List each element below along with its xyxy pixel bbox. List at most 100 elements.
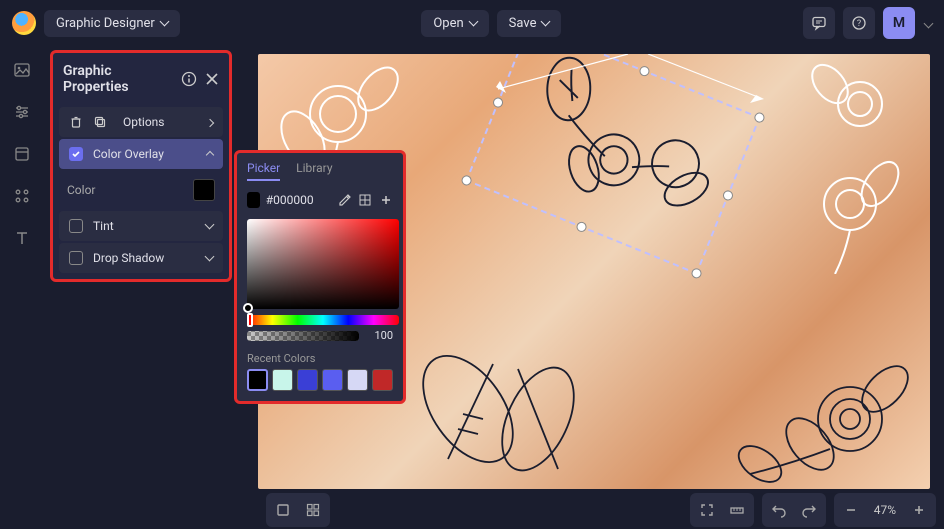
- recent-swatch[interactable]: [372, 369, 393, 391]
- section-tint[interactable]: Tint: [59, 211, 223, 241]
- hex-input[interactable]: [266, 193, 326, 207]
- apps-icon: [13, 187, 31, 205]
- info-icon[interactable]: [181, 71, 197, 87]
- sidebar-item-window[interactable]: [6, 138, 38, 170]
- recent-swatch[interactable]: [297, 369, 318, 391]
- user-menu-button[interactable]: M: [883, 7, 915, 39]
- saturation-value-picker[interactable]: [247, 219, 399, 309]
- square-icon: [275, 502, 291, 518]
- color-swatch[interactable]: [193, 179, 215, 201]
- chevron-down-icon: [470, 16, 477, 31]
- recent-colors-row: [237, 369, 403, 391]
- hex-row: [237, 185, 403, 215]
- chat-icon: [811, 15, 827, 31]
- tab-picker[interactable]: Picker: [247, 161, 280, 181]
- save-button[interactable]: Save: [497, 10, 562, 37]
- selection-box[interactable]: [465, 54, 760, 275]
- app-mode-dropdown[interactable]: Graphic Designer: [44, 10, 180, 37]
- alpha-row: [247, 329, 393, 342]
- zoom-group: 47%: [834, 493, 936, 527]
- panel-title: Graphic Properties: [63, 63, 173, 95]
- bottom-toolbar: 47%: [258, 491, 944, 529]
- ruler-button[interactable]: [724, 497, 750, 523]
- chevron-down-icon: [161, 16, 168, 31]
- sidebar-item-image[interactable]: [6, 54, 38, 86]
- panel-header: Graphic Properties: [53, 53, 229, 105]
- selected-graphic: [468, 54, 758, 272]
- image-icon: [13, 61, 31, 79]
- duplicate-icon[interactable]: [93, 115, 107, 129]
- save-label: Save: [509, 16, 537, 31]
- plus-icon: [912, 503, 926, 517]
- color-label: Color: [67, 183, 95, 197]
- eyedropper-icon: [338, 193, 352, 207]
- fullscreen-button[interactable]: [694, 497, 720, 523]
- eyedropper-button[interactable]: [338, 191, 352, 209]
- checkbox-drop-shadow[interactable]: [69, 251, 83, 265]
- color-property-row: Color: [53, 171, 229, 209]
- top-center-actions: Open Save: [421, 10, 561, 37]
- ruler-icon: [729, 502, 745, 518]
- app-mode-label: Graphic Designer: [56, 16, 155, 31]
- app-logo: [12, 11, 36, 35]
- hex-preview-swatch: [247, 192, 260, 208]
- sidebar-item-apps[interactable]: [6, 180, 38, 212]
- section-label: Color Overlay: [93, 147, 164, 161]
- tab-library[interactable]: Library: [296, 161, 332, 181]
- undo-icon: [771, 502, 787, 518]
- sidebar-item-text[interactable]: [6, 222, 38, 254]
- single-view-button[interactable]: [270, 497, 296, 523]
- hue-handle[interactable]: [247, 313, 253, 327]
- recent-swatch[interactable]: [272, 369, 293, 391]
- grid4-icon: [305, 502, 321, 518]
- history-group: [762, 493, 826, 527]
- chevron-down-icon[interactable]: [925, 14, 932, 33]
- grid-button[interactable]: [358, 191, 372, 209]
- section-drop-shadow[interactable]: Drop Shadow: [59, 243, 223, 273]
- recent-colors-label: Recent Colors: [237, 346, 403, 369]
- open-button[interactable]: Open: [421, 10, 488, 37]
- zoom-in-button[interactable]: [906, 497, 932, 523]
- alpha-slider[interactable]: [247, 331, 359, 341]
- redo-button[interactable]: [796, 497, 822, 523]
- recent-swatch[interactable]: [322, 369, 343, 391]
- section-label: Tint: [93, 219, 114, 233]
- zoom-value[interactable]: 47%: [868, 503, 902, 517]
- trash-icon[interactable]: [69, 115, 83, 129]
- options-label[interactable]: Options: [123, 115, 165, 129]
- alpha-input[interactable]: [365, 329, 393, 342]
- sidebar-item-adjust[interactable]: [6, 96, 38, 128]
- help-icon: ?: [851, 15, 867, 31]
- plus-icon: [379, 193, 393, 207]
- main-area: Graphic Properties Options Color Overlay…: [44, 46, 944, 529]
- recent-swatch[interactable]: [347, 369, 368, 391]
- color-picker-popup: Picker Library Recent Color: [234, 150, 406, 404]
- checkbox-tint[interactable]: [69, 219, 83, 233]
- layout-group: [266, 493, 330, 527]
- hue-slider[interactable]: [247, 315, 399, 325]
- chevron-up-icon: [207, 147, 213, 161]
- picker-tabs: Picker Library: [237, 153, 403, 185]
- chevron-down-icon: [542, 16, 549, 31]
- add-swatch-button[interactable]: [379, 191, 393, 209]
- window-icon: [13, 145, 31, 163]
- close-icon[interactable]: [205, 72, 219, 86]
- sv-handle[interactable]: [243, 303, 253, 313]
- graphic-properties-panel: Graphic Properties Options Color Overlay…: [50, 50, 232, 282]
- open-label: Open: [433, 16, 463, 31]
- decor-flower: [750, 54, 930, 274]
- selection-handle[interactable]: [690, 267, 703, 280]
- help-button[interactable]: ?: [843, 7, 875, 39]
- chevron-right-icon: [207, 115, 213, 129]
- grid-icon: [358, 193, 372, 207]
- undo-button[interactable]: [766, 497, 792, 523]
- section-color-overlay[interactable]: Color Overlay: [59, 139, 223, 169]
- comments-button[interactable]: [803, 7, 835, 39]
- recent-swatch[interactable]: [247, 369, 268, 391]
- checkbox-color-overlay[interactable]: [69, 147, 83, 161]
- decor-leaves: [398, 319, 598, 489]
- panel-actions-row: Options: [59, 107, 223, 137]
- left-sidebar: [0, 46, 44, 529]
- zoom-out-button[interactable]: [838, 497, 864, 523]
- grid-view-button[interactable]: [300, 497, 326, 523]
